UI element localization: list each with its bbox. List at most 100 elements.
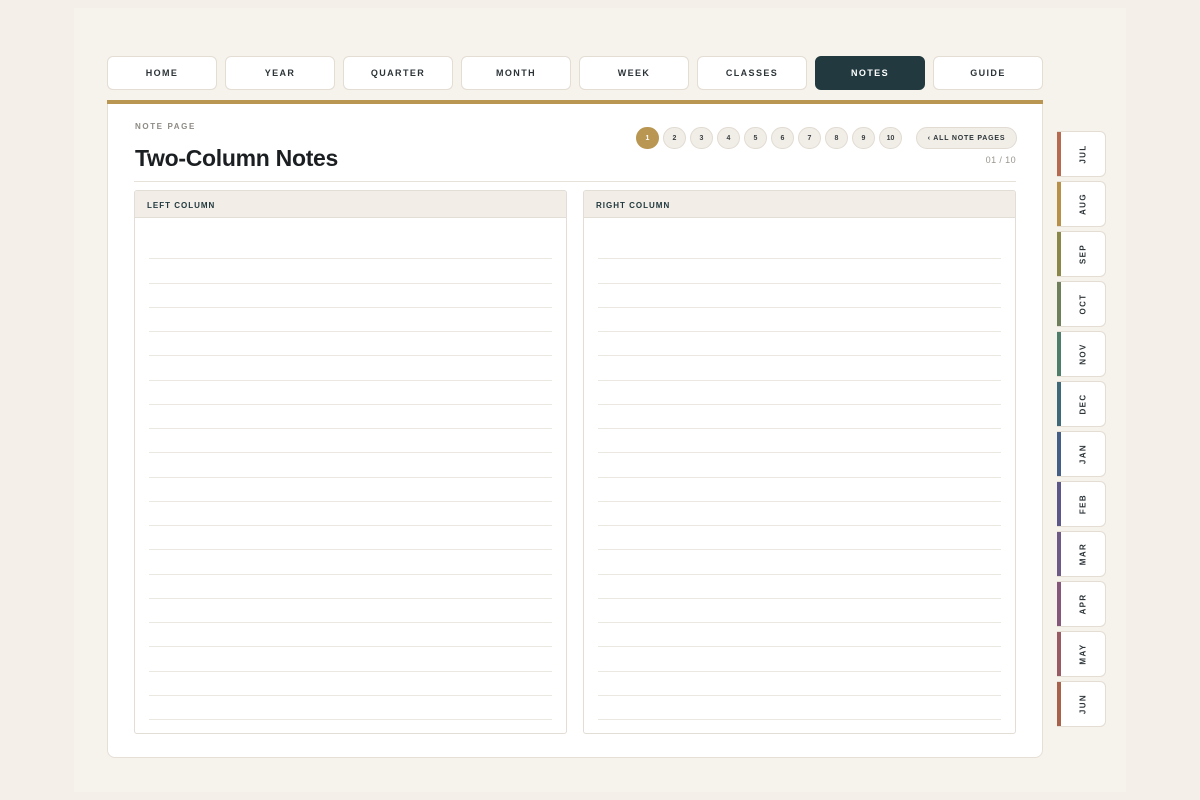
page-2-button[interactable]: 2 xyxy=(663,127,686,149)
ruled-line xyxy=(149,575,552,599)
ruled-line xyxy=(598,405,1001,429)
ruled-line xyxy=(598,284,1001,308)
ruled-line xyxy=(598,332,1001,357)
month-tab-color-bar xyxy=(1057,482,1061,526)
month-tab-color-bar xyxy=(1057,582,1061,626)
page-9-button[interactable]: 9 xyxy=(852,127,875,149)
month-tab-label: OCT xyxy=(1078,293,1088,315)
month-tab-label: APR xyxy=(1078,593,1088,615)
month-tab-color-bar xyxy=(1057,282,1061,326)
month-tab-label: AUG xyxy=(1078,193,1088,215)
ruled-line xyxy=(149,526,552,551)
ruled-line xyxy=(598,235,1001,260)
left-column[interactable]: LEFT COLUMN xyxy=(134,190,567,734)
month-tab-sep[interactable]: SEP xyxy=(1057,231,1106,277)
month-tab-label: MAR xyxy=(1078,542,1088,566)
ruled-line xyxy=(149,405,552,429)
month-tab-mar[interactable]: MAR xyxy=(1057,531,1106,577)
ruled-line xyxy=(598,381,1001,405)
month-tab-label: JAN xyxy=(1078,443,1088,465)
ruled-line xyxy=(149,502,552,526)
ruled-line xyxy=(149,623,552,648)
nav-notes-button[interactable]: NOTES xyxy=(815,56,925,90)
ruled-line xyxy=(598,478,1001,502)
left-column-header: LEFT COLUMN xyxy=(135,191,566,218)
page-counter: 01 / 10 xyxy=(985,155,1016,165)
month-tab-jun[interactable]: JUN xyxy=(1057,681,1106,727)
page-7-button[interactable]: 7 xyxy=(798,127,821,149)
note-page-pager: 1 2 3 4 5 6 7 8 9 10 xyxy=(636,127,902,149)
month-tab-color-bar xyxy=(1057,632,1061,676)
month-tab-aug[interactable]: AUG xyxy=(1057,181,1106,227)
month-tab-jan[interactable]: JAN xyxy=(1057,431,1106,477)
card-accent-bar xyxy=(107,100,1043,104)
ruled-line xyxy=(598,356,1001,381)
nav-quarter-button[interactable]: QUARTER xyxy=(343,56,453,90)
top-navigation: HOME YEAR QUARTER MONTH WEEK CLASSES NOTES GUID… xyxy=(107,56,1043,90)
ruled-line xyxy=(598,259,1001,284)
left-column-lines[interactable] xyxy=(149,235,552,720)
nav-classes-button[interactable]: CLASSES xyxy=(697,56,807,90)
ruled-line xyxy=(149,429,552,454)
month-tab-apr[interactable]: APR xyxy=(1057,581,1106,627)
ruled-line xyxy=(598,599,1001,623)
month-tab-color-bar xyxy=(1057,182,1061,226)
ruled-line xyxy=(598,453,1001,478)
ruled-line xyxy=(598,502,1001,526)
month-tab-label: DEC xyxy=(1078,393,1088,415)
nav-home-button[interactable]: HOME xyxy=(107,56,217,90)
month-tab-label: JUL xyxy=(1078,144,1088,164)
page-10-button[interactable]: 10 xyxy=(879,127,902,149)
ruled-line xyxy=(598,647,1001,672)
month-tab-color-bar xyxy=(1057,532,1061,576)
ruled-line xyxy=(149,332,552,357)
page-eyebrow: NOTE PAGE xyxy=(135,122,196,131)
ruled-line xyxy=(149,672,552,696)
right-column-lines[interactable] xyxy=(598,235,1001,720)
month-tab-label: MAY xyxy=(1078,643,1088,665)
ruled-line xyxy=(149,308,552,332)
page-1-button[interactable]: 1 xyxy=(636,127,659,149)
nav-month-button[interactable]: MONTH xyxy=(461,56,571,90)
month-tab-label: SEP xyxy=(1078,243,1088,265)
ruled-line xyxy=(598,308,1001,332)
month-tab-label: FEB xyxy=(1078,493,1088,515)
month-tab-nov[interactable]: NOV xyxy=(1057,331,1106,377)
month-tab-jul[interactable]: JUL xyxy=(1057,131,1106,177)
ruled-line xyxy=(149,356,552,381)
page-4-button[interactable]: 4 xyxy=(717,127,740,149)
header-divider xyxy=(134,181,1016,182)
page-5-button[interactable]: 5 xyxy=(744,127,767,149)
month-tab-may[interactable]: MAY xyxy=(1057,631,1106,677)
month-tab-dec[interactable]: DEC xyxy=(1057,381,1106,427)
ruled-line xyxy=(149,478,552,502)
ruled-line xyxy=(598,550,1001,575)
ruled-line xyxy=(598,623,1001,648)
month-tab-color-bar xyxy=(1057,332,1061,376)
ruled-line xyxy=(149,550,552,575)
ruled-line xyxy=(149,647,552,672)
nav-week-button[interactable]: WEEK xyxy=(579,56,689,90)
month-tab-color-bar xyxy=(1057,432,1061,476)
month-tab-label: JUN xyxy=(1078,693,1088,715)
month-tab-oct[interactable]: OCT xyxy=(1057,281,1106,327)
month-tab-color-bar xyxy=(1057,232,1061,276)
nav-guide-button[interactable]: GUIDE xyxy=(933,56,1043,90)
ruled-line xyxy=(598,672,1001,696)
page-title: Two-Column Notes xyxy=(135,145,339,171)
month-tab-label: NOV xyxy=(1078,343,1088,365)
month-tabs: JUL AUG SEP OCT NOV DEC JAN FEB MAR APR MAY JUN xyxy=(1057,131,1106,731)
nav-year-button[interactable]: YEAR xyxy=(225,56,335,90)
ruled-line xyxy=(598,429,1001,454)
ruled-line xyxy=(598,696,1001,720)
ruled-line xyxy=(149,259,552,284)
month-tab-color-bar xyxy=(1057,132,1061,176)
month-tab-feb[interactable]: FEB xyxy=(1057,481,1106,527)
page-3-button[interactable]: 3 xyxy=(690,127,713,149)
all-note-pages-button[interactable]: ‹ ALL NOTE PAGES xyxy=(916,127,1017,149)
right-column[interactable]: RIGHT COLUMN xyxy=(583,190,1016,734)
note-page-card: NOTE PAGE Two-Column Notes 1 2 3 4 5 6 7 8 9 10 ‹… xyxy=(107,100,1043,758)
page-8-button[interactable]: 8 xyxy=(825,127,848,149)
page-6-button[interactable]: 6 xyxy=(771,127,794,149)
ruled-line xyxy=(149,453,552,478)
